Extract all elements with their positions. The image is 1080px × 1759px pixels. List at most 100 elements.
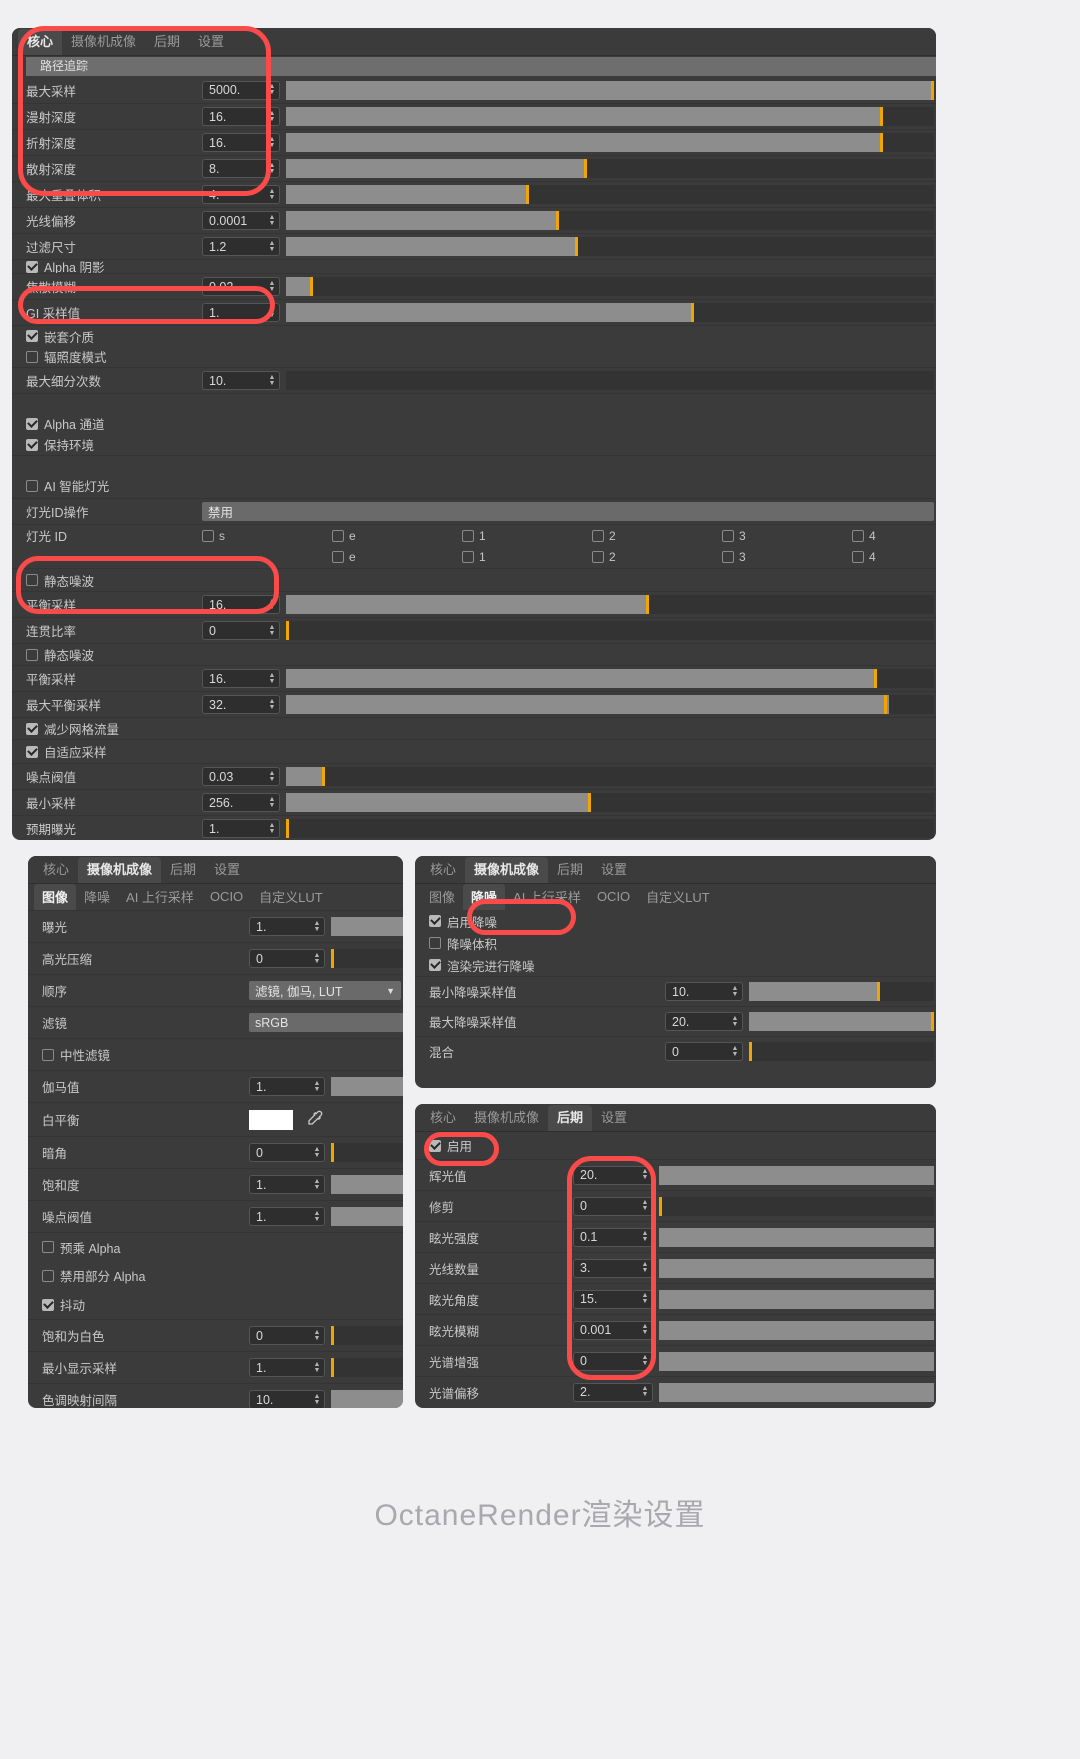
stepper-arrows-icon[interactable]: ▲ ▼ [267,671,277,686]
slider-vignette[interactable] [331,1143,403,1162]
subtab-ocio[interactable]: OCIO [589,886,638,908]
stepper-arrows-icon[interactable]: ▲ ▼ [312,1392,322,1407]
stepper-arrows-icon[interactable]: ▲ ▼ [267,161,277,176]
spinner-min-display-samples[interactable]: 1. ▲ ▼ [249,1358,325,1377]
slider-expected-exposure[interactable] [286,819,934,838]
stepper-arrows-icon[interactable]: ▲ ▼ [730,1044,740,1059]
slider-min-samples[interactable] [286,793,934,812]
checkbox-adaptive-sampling[interactable] [26,745,38,758]
checkbox-denoise-volume[interactable] [429,937,441,949]
dropdown-filter[interactable]: sRGB [249,1013,403,1032]
stepper-arrows-icon[interactable]: ▲ ▼ [312,1145,322,1160]
slider-ray-epsilon[interactable] [286,211,934,230]
subtab-ai-upsample[interactable]: AI 上行采样 [118,884,202,910]
checkbox-light-id-2[interactable]: 2 [592,529,616,543]
slider-glare-intensity[interactable] [659,1227,934,1247]
spinner-highlight-compression[interactable]: 0 ▲ ▼ [249,949,325,968]
subtab-denoise[interactable]: 降噪 [463,884,506,910]
tab-camera-imaging[interactable]: 摄像机成像 [465,857,549,883]
stepper-arrows-icon[interactable]: ▲ ▼ [640,1168,650,1183]
subtab-image[interactable]: 图像 [421,884,463,910]
stepper-arrows-icon[interactable]: ▲ ▼ [312,919,322,934]
subtab-custom-lut[interactable]: 自定义LUT [638,884,718,910]
checkbox-irradiance-mode[interactable] [26,350,38,363]
color-swatch-white-balance[interactable] [249,1110,293,1130]
spinner-glare-intensity[interactable]: 0.1 ▲ ▼ [573,1227,653,1247]
subtab-ocio[interactable]: OCIO [202,886,251,908]
stepper-arrows-icon[interactable]: ▲ ▼ [267,597,277,612]
slider-max-balance-samples[interactable] [286,695,934,714]
stepper-arrows-icon[interactable]: ▲ ▼ [267,187,277,202]
spinner-glow-value[interactable]: 20. ▲ ▼ [573,1165,653,1185]
spinner-blend[interactable]: 0 ▲ ▼ [665,1042,743,1061]
spinner-balance-samples-1[interactable]: 16. ▲ ▼ [202,595,280,614]
stepper-arrows-icon[interactable]: ▲ ▼ [267,279,277,294]
slider-spectral-shift[interactable] [659,1382,934,1402]
stepper-arrows-icon[interactable]: ▲ ▼ [267,769,277,784]
tab-core[interactable]: 核心 [421,1105,465,1131]
checkbox-disable-partial-alpha[interactable] [42,1269,54,1282]
stepper-arrows-icon[interactable]: ▲ ▼ [640,1292,650,1307]
slider-highlight-compression[interactable] [331,949,403,968]
checkbox-light-id2-4[interactable]: 4 [852,550,876,564]
checkbox-reduce-mesh[interactable] [26,722,38,735]
tab-settings[interactable]: 设置 [592,857,636,883]
slider-filter-size[interactable] [286,237,934,256]
spinner-balance-samples-2[interactable]: 16. ▲ ▼ [202,669,280,688]
slider-gi-clamp[interactable] [286,303,934,322]
stepper-arrows-icon[interactable]: ▲ ▼ [312,1328,322,1343]
spinner-max-balance-samples[interactable]: 32. ▲ ▼ [202,695,280,714]
slider-balance-samples-1[interactable] [286,595,934,614]
checkbox-premultiply-alpha[interactable] [42,1241,54,1253]
stepper-arrows-icon[interactable]: ▲ ▼ [267,239,277,254]
spinner-spectral-intensity[interactable]: 0 ▲ ▼ [573,1351,653,1371]
stepper-arrows-icon[interactable]: ▲ ▼ [267,109,277,124]
slider-glare-blur[interactable] [659,1320,934,1340]
checkbox-light-id2-e[interactable]: e [332,550,356,564]
spinner-clip[interactable]: 0 ▲ ▼ [573,1196,653,1216]
spinner-noise-threshold[interactable]: 0.03 ▲ ▼ [202,767,280,786]
spinner-saturate-to-white[interactable]: 0 ▲ ▼ [249,1326,325,1345]
slider-min-denoise-samples[interactable] [749,982,934,1001]
slider-diffuse-depth[interactable] [286,107,934,126]
checkbox-light-id-e[interactable]: e [332,529,356,543]
spinner-expected-exposure[interactable]: 1. ▲ ▼ [202,819,280,838]
checkbox-alpha-shadow[interactable] [26,260,38,273]
tab-core[interactable]: 核心 [34,857,78,883]
checkbox-light-id2-1[interactable]: 1 [462,550,486,564]
dropdown-light-id-action[interactable]: 禁用 [202,502,934,521]
subtab-denoise[interactable]: 降噪 [76,884,118,910]
tab-post[interactable]: 后期 [548,1105,593,1131]
slider-coherent-ratio[interactable] [286,621,934,640]
subtab-ai-upsample[interactable]: AI 上行采样 [505,884,589,910]
spinner-caustic-blur[interactable]: 0.02 ▲ ▼ [202,277,280,296]
stepper-arrows-icon[interactable]: ▲ ▼ [312,1360,322,1375]
spinner-refraction-depth[interactable]: 16. ▲ ▼ [202,133,280,152]
subtab-image[interactable]: 图像 [34,884,77,910]
slider-balance-samples-2[interactable] [286,669,934,688]
tab-core[interactable]: 核心 [18,29,63,55]
spinner-diffuse-depth[interactable]: 16. ▲ ▼ [202,107,280,126]
spinner-min-samples[interactable]: 256. ▲ ▼ [202,793,280,812]
slider-clip[interactable] [659,1196,934,1216]
slider-scatter-depth[interactable] [286,159,934,178]
spinner-filter-size[interactable]: 1.2 ▲ ▼ [202,237,280,256]
checkbox-ai-light[interactable] [26,479,38,492]
stepper-arrows-icon[interactable]: ▲ ▼ [312,1177,322,1192]
subtab-custom-lut[interactable]: 自定义LUT [251,884,331,910]
slider-max-denoise-samples[interactable] [749,1012,934,1031]
slider-saturation[interactable] [331,1175,403,1194]
checkbox-light-id-4[interactable]: 4 [852,529,876,543]
spinner-min-denoise-samples[interactable]: 10. ▲ ▼ [665,982,743,1001]
spinner-spectral-shift[interactable]: 2. ▲ ▼ [573,1382,653,1402]
spinner-max-subdivision[interactable]: 10. ▲ ▼ [202,371,280,390]
slider-glow-value[interactable] [659,1165,934,1185]
stepper-arrows-icon[interactable]: ▲ ▼ [267,623,277,638]
spinner-glare-blur[interactable]: 0.001 ▲ ▼ [573,1320,653,1340]
slider-refraction-depth[interactable] [286,133,934,152]
stepper-arrows-icon[interactable]: ▲ ▼ [640,1261,650,1276]
checkbox-keep-environment[interactable] [26,438,38,451]
slider-caustic-blur[interactable] [286,277,934,296]
spinner-max-overlapping-volumes[interactable]: 4. ▲ ▼ [202,185,280,204]
slider-noise-threshold[interactable] [286,767,934,786]
